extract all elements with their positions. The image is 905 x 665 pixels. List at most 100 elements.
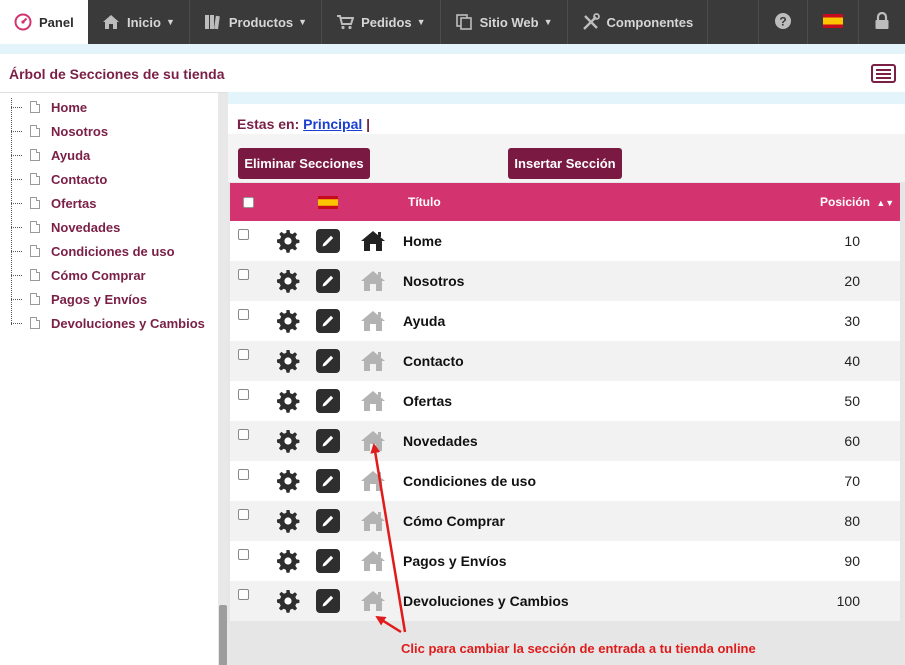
section-position: 60 (844, 433, 860, 449)
row-checkbox[interactable] (238, 269, 249, 280)
edit-icon[interactable] (316, 509, 340, 533)
edit-icon[interactable] (316, 309, 340, 333)
row-checkbox[interactable] (238, 589, 249, 600)
sort-icon: ▲▼ (876, 198, 895, 208)
document-icon (30, 149, 40, 161)
section-position: 30 (844, 313, 860, 329)
breadcrumb-prefix: Estas en: (237, 116, 300, 132)
home-icon[interactable] (360, 509, 386, 538)
edit-icon[interactable] (316, 429, 340, 453)
section-title: Pagos y Envíos (403, 553, 507, 569)
nav-panel-label: Panel (39, 14, 74, 30)
row-checkbox[interactable] (238, 349, 249, 360)
edit-icon[interactable] (316, 549, 340, 573)
nav-componentes-label: Componentes (606, 14, 694, 30)
edit-icon[interactable] (316, 589, 340, 613)
section-position: 80 (844, 513, 860, 529)
logout-button[interactable] (858, 0, 905, 44)
tree-item-devoluciones[interactable]: Devoluciones y Cambios (11, 313, 205, 333)
gear-icon[interactable] (276, 229, 300, 258)
gear-icon[interactable] (276, 429, 300, 458)
breadcrumb-link-principal[interactable]: Principal (303, 116, 362, 132)
breadcrumb: Estas en: Principal | (228, 104, 905, 134)
nav-sitio-web[interactable]: Sitio Web ▼ (441, 0, 568, 44)
nav-componentes[interactable]: Componentes (568, 0, 709, 44)
home-icon[interactable] (360, 389, 386, 418)
delete-sections-button[interactable]: Eliminar Secciones (238, 148, 370, 179)
edit-icon[interactable] (316, 469, 340, 493)
gear-icon[interactable] (276, 589, 300, 618)
gear-icon[interactable] (276, 269, 300, 298)
column-title-header: Título (408, 195, 441, 209)
home-icon[interactable] (360, 589, 386, 618)
row-checkbox[interactable] (238, 229, 249, 240)
help-button[interactable]: ? (758, 0, 807, 44)
table-row: Novedades 60 (230, 421, 900, 461)
edit-icon[interactable] (316, 389, 340, 413)
row-checkbox[interactable] (238, 429, 249, 440)
gear-icon[interactable] (276, 549, 300, 578)
home-icon (102, 14, 120, 30)
home-icon[interactable] (360, 269, 386, 298)
breadcrumb-separator: | (366, 116, 371, 132)
document-icon (30, 293, 40, 305)
home-icon[interactable] (360, 549, 386, 578)
tree-item-nosotros[interactable]: Nosotros (11, 121, 108, 141)
nav-productos[interactable]: Productos ▼ (190, 0, 323, 44)
home-icon[interactable] (360, 429, 386, 458)
edit-icon[interactable] (316, 269, 340, 293)
spain-flag-icon (823, 13, 843, 31)
content-strip (228, 92, 905, 104)
row-checkbox[interactable] (238, 549, 249, 560)
select-all-checkbox[interactable] (243, 197, 254, 208)
tree-item-ayuda[interactable]: Ayuda (11, 145, 90, 165)
cart-icon (336, 14, 355, 30)
language-button[interactable] (807, 0, 858, 44)
document-icon (30, 101, 40, 113)
nav-inicio-label: Inicio (127, 14, 161, 30)
table-row: Home 10 (230, 221, 900, 261)
gear-icon[interactable] (276, 469, 300, 498)
row-checkbox[interactable] (238, 389, 249, 400)
nav-inicio[interactable]: Inicio ▼ (88, 0, 190, 44)
home-icon-active[interactable] (360, 229, 386, 258)
list-view-button[interactable] (871, 64, 896, 83)
tree-item-como-comprar[interactable]: Cómo Comprar (11, 265, 146, 285)
edit-icon[interactable] (316, 349, 340, 373)
tree-item-ofertas[interactable]: Ofertas (11, 193, 97, 213)
gear-icon[interactable] (276, 389, 300, 418)
insert-section-button[interactable]: Insertar Sección (508, 148, 622, 179)
gear-icon[interactable] (276, 349, 300, 378)
tree-item-condiciones[interactable]: Condiciones de uso (11, 241, 175, 261)
home-icon[interactable] (360, 349, 386, 378)
gear-icon[interactable] (276, 509, 300, 538)
tree-item-contacto[interactable]: Contacto (11, 169, 107, 189)
nav-panel[interactable]: Panel (0, 0, 88, 44)
section-position: 100 (836, 593, 860, 609)
nav-pedidos[interactable]: Pedidos ▼ (322, 0, 441, 44)
page-title: Árbol de Secciones de su tienda (9, 66, 225, 82)
section-title: Ayuda (403, 313, 446, 329)
home-icon[interactable] (360, 469, 386, 498)
top-navigation: Panel Inicio ▼ Productos ▼ Pedidos ▼ Sit… (0, 0, 905, 44)
chevron-down-icon: ▼ (416, 17, 426, 27)
sidebar-scrollbar[interactable] (218, 93, 228, 665)
edit-icon[interactable] (316, 229, 340, 253)
header-strip (0, 44, 905, 54)
row-checkbox[interactable] (238, 309, 249, 320)
dashboard-icon (14, 13, 32, 31)
gear-icon[interactable] (276, 309, 300, 338)
tree-item-home[interactable]: Home (11, 97, 87, 117)
section-position: 10 (844, 233, 860, 249)
nav-sitio-web-label: Sitio Web (479, 14, 539, 30)
tree-item-novedades[interactable]: Novedades (11, 217, 120, 237)
home-icon[interactable] (360, 309, 386, 338)
tree-item-pagos[interactable]: Pagos y Envíos (11, 289, 147, 309)
column-position-header[interactable]: Posición ▲▼ (820, 195, 894, 209)
scrollbar-thumb[interactable] (219, 605, 227, 665)
chevron-down-icon: ▼ (165, 17, 175, 27)
copy-icon (455, 14, 473, 30)
section-tree: Home Nosotros Ayuda Contacto Ofertas Nov… (0, 92, 228, 665)
row-checkbox[interactable] (238, 509, 249, 520)
row-checkbox[interactable] (238, 469, 249, 480)
